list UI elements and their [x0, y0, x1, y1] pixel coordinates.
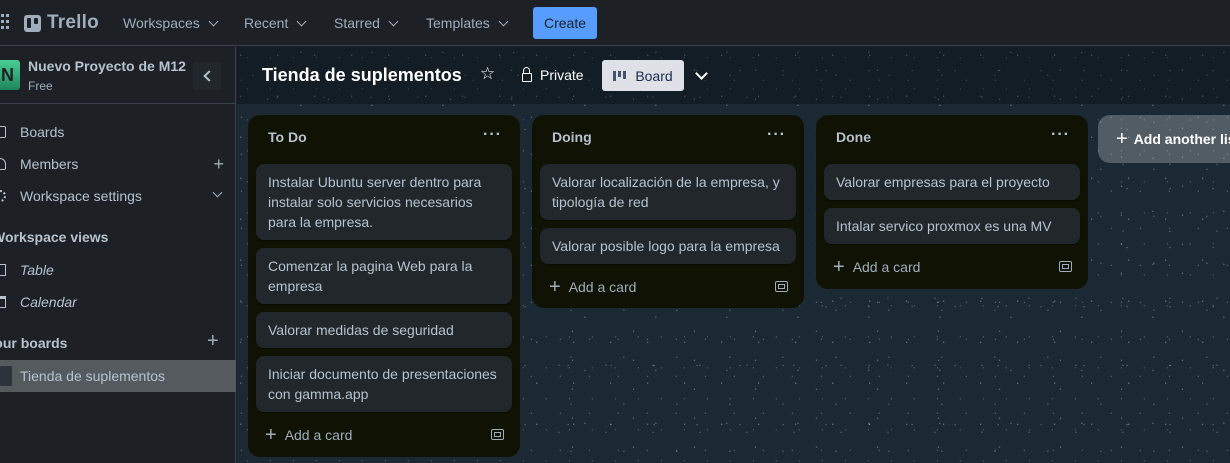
chevron-down-icon	[388, 16, 399, 26]
card[interactable]: Valorar localización de la empresa, y ti…	[540, 164, 796, 220]
card-template-icon[interactable]	[491, 429, 504, 440]
board-view-button[interactable]: Board	[602, 60, 684, 91]
nav-starred[interactable]: Starred	[334, 0, 399, 46]
workspace-plan: Free	[28, 79, 53, 93]
sidebar-item-label: Calendar	[20, 294, 77, 310]
plus-icon: +	[1116, 127, 1128, 150]
table-icon	[0, 264, 6, 276]
your-boards-heading: Your boards	[0, 335, 68, 351]
add-member-icon[interactable]: +	[213, 154, 224, 175]
list-to-do: To Do ··· Instalar Ubuntu server dentro …	[248, 115, 520, 457]
board-view-label: Board	[635, 67, 673, 84]
add-card-label: Add a card	[568, 279, 637, 295]
card[interactable]: Instalar Ubuntu server dentro para insta…	[256, 164, 512, 240]
ellipsis-icon[interactable]: ···	[767, 126, 786, 144]
ellipsis-icon[interactable]: ···	[1051, 126, 1070, 144]
list-title[interactable]: To Do	[268, 129, 307, 145]
nav-starred-label: Starred	[334, 15, 380, 31]
plus-icon: +	[833, 256, 845, 278]
plus-icon: +	[265, 424, 277, 446]
star-icon[interactable]: ☆	[480, 64, 495, 84]
list-done: Done ··· Valorar empresas para el proyec…	[816, 115, 1088, 289]
list-title[interactable]: Done	[836, 129, 871, 145]
nav-templates-label: Templates	[426, 15, 490, 31]
create-button[interactable]: Create	[533, 7, 597, 39]
chevron-down-icon	[296, 16, 307, 26]
visibility-label: Private	[540, 67, 584, 83]
board-canvas: Tienda de suplementos ☆ Private Board To…	[237, 47, 1230, 463]
sidebar-item-label: Members	[20, 156, 79, 172]
calendar-icon	[0, 296, 6, 308]
trello-logo[interactable]: Trello	[24, 12, 99, 34]
card[interactable]: Valorar posible logo para la empresa	[540, 228, 796, 264]
gear-icon	[0, 190, 6, 202]
sidebar-item-table[interactable]: Table	[0, 254, 236, 286]
sidebar-item-label: Table	[20, 262, 54, 278]
card-template-icon[interactable]	[775, 281, 788, 292]
list-doing: Doing ··· Valorar localización de la emp…	[532, 115, 804, 308]
board-title[interactable]: Tienda de suplementos	[262, 65, 462, 86]
nav-recent[interactable]: Recent	[244, 0, 307, 46]
workspace-avatar[interactable]: N	[0, 60, 20, 90]
sidebar-item-label: Tienda de suplementos	[20, 368, 166, 384]
chevron-down-icon	[208, 16, 219, 26]
workspace-views-heading: Workspace views	[0, 229, 109, 245]
add-card-button[interactable]: + Add a card	[549, 276, 637, 298]
sidebar-item-workspace-settings[interactable]: Workspace settings	[0, 180, 236, 212]
card[interactable]: Comenzar la pagina Web para la empresa	[256, 248, 512, 304]
chevron-down-icon[interactable]	[695, 67, 708, 80]
chevron-down-icon	[498, 16, 509, 26]
board-icon	[0, 126, 6, 138]
sidebar-board-tienda-de-suplementos[interactable]: Tienda de suplementos	[0, 360, 236, 392]
card[interactable]: Iniciar documento de presentaciones con …	[256, 356, 512, 412]
sidebar-item-boards[interactable]: Boards	[0, 116, 236, 148]
add-card-label: Add a card	[852, 259, 921, 275]
card[interactable]: Intalar servico proxmox es una MV	[824, 208, 1080, 244]
sidebar-item-label: Workspace settings	[20, 188, 142, 204]
nav-workspaces[interactable]: Workspaces	[123, 0, 219, 46]
plus-icon: +	[549, 276, 561, 298]
trello-logo-text: Trello	[47, 12, 99, 33]
sidebar-item-label: Boards	[20, 124, 65, 140]
board-view-icon	[613, 70, 627, 81]
collapse-sidebar-button[interactable]	[193, 62, 221, 90]
card[interactable]: Valorar empresas para el proyecto	[824, 164, 1080, 200]
workspace-header: N Nuevo Proyecto de M12 Free	[0, 47, 236, 104]
add-list-label: Add another list	[1133, 131, 1230, 147]
board-header: Tienda de suplementos ☆ Private Board	[237, 47, 1230, 104]
card[interactable]: Valorar medidas de seguridad	[256, 312, 512, 348]
sidebar-item-calendar[interactable]: Calendar	[0, 286, 236, 318]
top-navigation-bar: Trello Workspaces Recent Starred Templat…	[0, 0, 1230, 46]
workspace-name: Nuevo Proyecto de M12	[28, 58, 186, 74]
visibility-button[interactable]: Private	[522, 66, 584, 83]
list-title[interactable]: Doing	[552, 129, 592, 145]
nav-workspaces-label: Workspaces	[123, 15, 200, 31]
add-board-icon[interactable]: +	[207, 330, 219, 353]
sidebar-item-members[interactable]: Members +	[0, 148, 236, 180]
chevron-down-icon[interactable]	[212, 187, 223, 198]
ellipsis-icon[interactable]: ···	[483, 126, 502, 144]
add-another-list-button[interactable]: + Add another list	[1098, 115, 1230, 163]
add-card-button[interactable]: + Add a card	[833, 256, 921, 278]
add-card-label: Add a card	[284, 427, 353, 443]
add-card-button[interactable]: + Add a card	[265, 424, 353, 446]
nav-recent-label: Recent	[244, 15, 289, 31]
lock-icon	[522, 66, 532, 82]
card-template-icon[interactable]	[1059, 261, 1072, 272]
apps-grid-icon[interactable]	[0, 14, 10, 30]
person-icon	[0, 158, 6, 170]
sidebar: N Nuevo Proyecto de M12 Free Boards Memb…	[0, 47, 236, 463]
trello-logo-icon	[24, 14, 41, 32]
board-thumbnail	[0, 366, 12, 386]
nav-templates[interactable]: Templates	[426, 0, 509, 46]
